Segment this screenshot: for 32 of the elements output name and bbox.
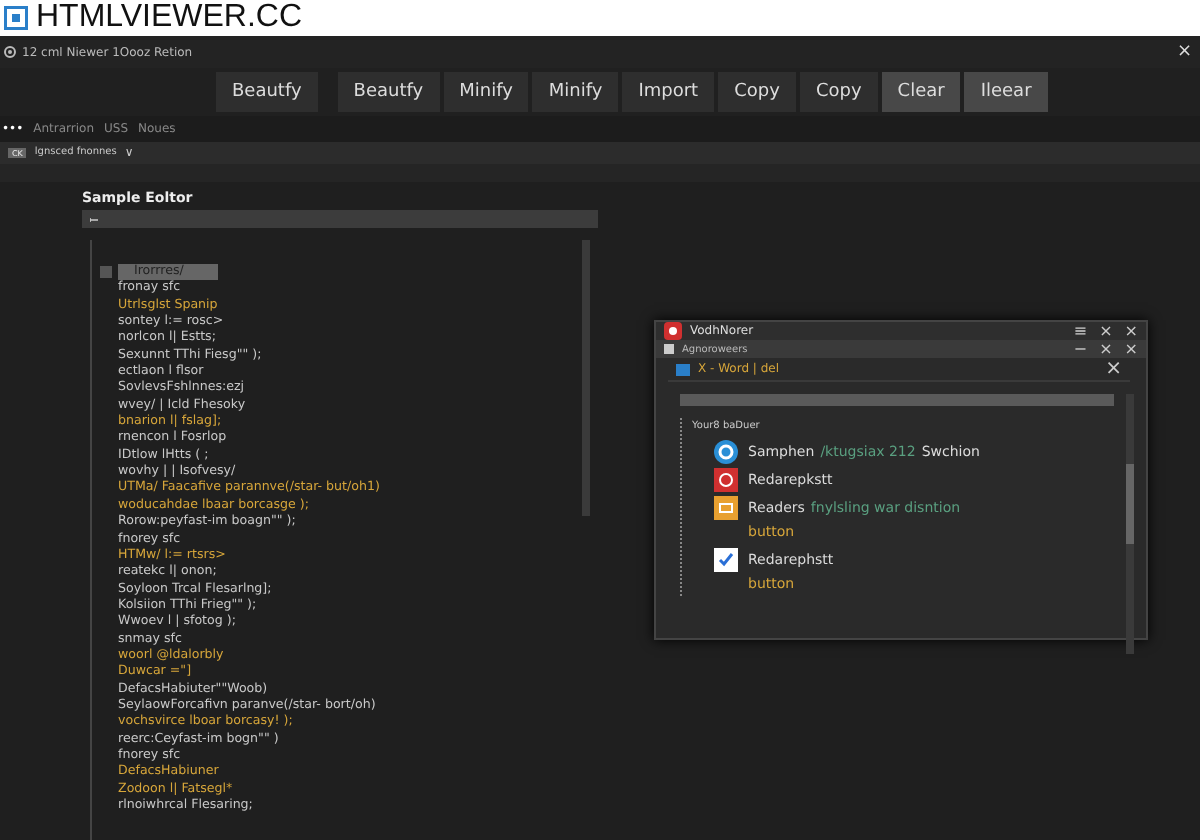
window-control[interactable]: × — [1124, 322, 1138, 340]
toolbar-button[interactable]: Copy — [799, 72, 878, 113]
toolbar-button[interactable]: Beautfy — [337, 72, 440, 113]
window-control[interactable]: × — [1099, 340, 1113, 358]
box-icon — [714, 496, 738, 520]
toolbar-button[interactable]: Minify — [443, 72, 529, 113]
checkbox[interactable] — [100, 266, 112, 278]
panel-icon — [664, 344, 674, 354]
window-control[interactable]: × — [1124, 340, 1138, 358]
input-field[interactable] — [680, 394, 1114, 406]
checkbox[interactable] — [714, 548, 738, 572]
circle-icon — [714, 440, 738, 464]
toolbar-button[interactable]: Minify — [532, 72, 619, 113]
folder-icon — [676, 363, 690, 375]
logo-text: HTMLVIEWER.CC — [36, 0, 303, 36]
toolbar-button[interactable]: Beautfy — [216, 72, 318, 113]
gear-icon — [4, 46, 16, 59]
toolbar-button[interactable]: Copy — [718, 72, 796, 113]
cursor-icon — [90, 216, 100, 222]
stop-icon — [714, 468, 738, 492]
toolbar-button[interactable]: Clear — [881, 72, 961, 113]
window-control[interactable]: − — [1073, 340, 1088, 358]
toolbar-button[interactable]: Ileear — [964, 72, 1048, 113]
toolbar-button[interactable]: Import — [622, 72, 715, 113]
logo-icon — [4, 6, 28, 30]
input-field[interactable] — [82, 210, 598, 228]
window-control[interactable]: ≡ — [1073, 322, 1088, 340]
window-control[interactable]: × — [1099, 322, 1113, 340]
scrollbar[interactable] — [1126, 394, 1134, 654]
close-button[interactable]: × — [1176, 42, 1192, 63]
close-button[interactable]: × — [1105, 358, 1122, 380]
app-icon — [664, 322, 682, 340]
